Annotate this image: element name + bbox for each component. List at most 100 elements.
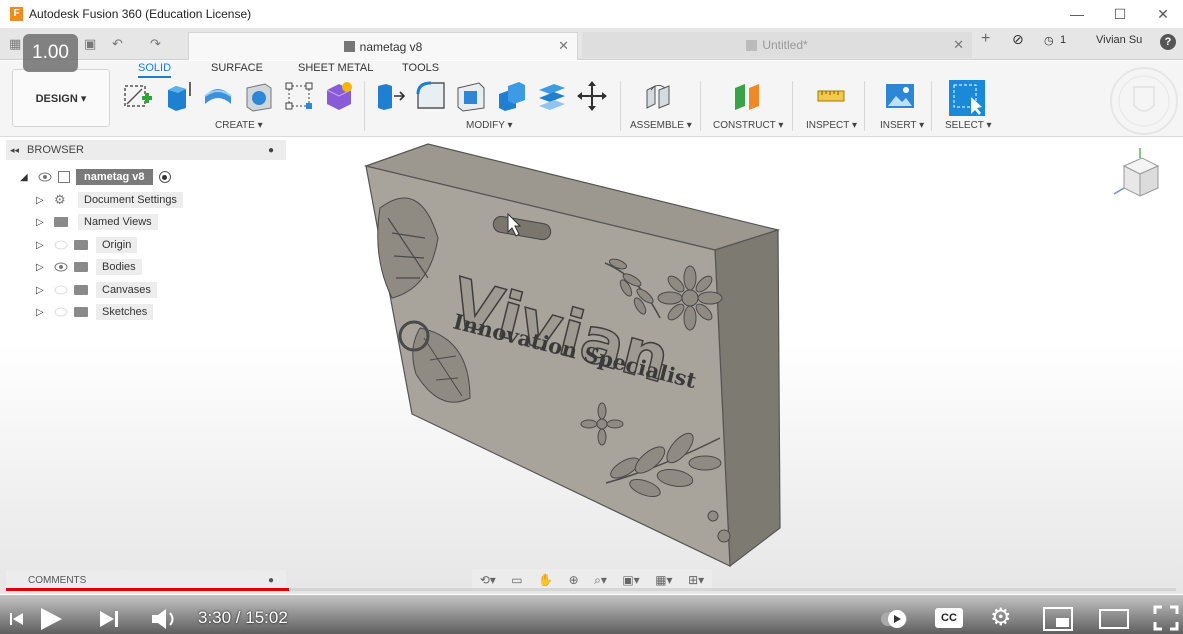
shell-icon[interactable] [455, 80, 487, 112]
display-settings-icon[interactable]: ▣▾ [622, 573, 639, 587]
tab-surface[interactable]: SURFACE [211, 62, 263, 74]
new-tab-button[interactable]: + [981, 30, 990, 48]
data-panel-grid-icon[interactable]: ▦ [9, 36, 21, 52]
pan-icon[interactable]: ✋ [538, 573, 553, 587]
zoom-icon[interactable]: ⊕ [569, 573, 579, 587]
miniplayer-icon[interactable] [1042, 606, 1074, 632]
modify-menu[interactable]: MODIFY ▾ [466, 120, 513, 131]
orbit-icon[interactable]: ⟲▾ [480, 573, 496, 587]
folder-icon [74, 240, 88, 250]
redo-icon[interactable]: ↷ [150, 36, 161, 52]
offset-face-icon[interactable] [536, 80, 568, 112]
expand-arrow-icon[interactable]: ▷ [36, 240, 46, 251]
gear-icon: ⚙ [54, 192, 66, 207]
revolve-icon[interactable] [202, 80, 234, 112]
viewports-icon[interactable]: ⊞▾ [688, 573, 704, 587]
inspect-menu[interactable]: INSPECT ▾ [806, 120, 857, 131]
next-icon[interactable] [98, 609, 120, 629]
expand-arrow-icon[interactable]: ▷ [36, 262, 46, 273]
browser-panel-header[interactable]: ◂◂ BROWSER ● [6, 140, 286, 160]
measure-icon[interactable] [815, 80, 847, 112]
create-sketch-icon[interactable] [122, 80, 154, 112]
help-icon[interactable]: ? [1160, 34, 1176, 50]
play-icon[interactable] [38, 606, 64, 632]
look-at-icon[interactable]: ▭ [511, 573, 522, 587]
assemble-menu[interactable]: ASSEMBLE ▾ [630, 120, 692, 131]
group-divider [364, 81, 365, 131]
browser-item-bodies[interactable]: ▷ Bodies [36, 258, 142, 276]
fusion-logo-icon: F [10, 7, 23, 21]
fillet-icon[interactable] [415, 80, 447, 112]
tab-nametag-v8[interactable]: nametag v8 ✕ [188, 32, 578, 60]
expand-arrow-icon[interactable]: ▷ [36, 217, 46, 228]
construct-menu[interactable]: CONSTRUCT ▾ [713, 120, 783, 131]
volume-icon[interactable] [150, 606, 180, 632]
create-menu[interactable]: CREATE ▾ [215, 120, 263, 131]
browser-item-label: Origin [96, 237, 138, 253]
browser-item-origin[interactable]: ▷ Origin [36, 236, 138, 254]
browser-item-named-views[interactable]: ▷ Named Views [36, 213, 158, 231]
close-tab-icon[interactable]: ✕ [558, 38, 569, 54]
select-menu[interactable]: SELECT ▾ [945, 120, 992, 131]
undo-icon[interactable]: ↶ [112, 36, 123, 52]
comments-title: COMMENTS [28, 574, 87, 586]
browser-item-document-settings[interactable]: ▷ ⚙ Document Settings [36, 191, 183, 209]
browser-root-node[interactable]: ◢ nametag v8 [20, 168, 171, 186]
pattern-icon[interactable] [283, 80, 315, 112]
select-icon[interactable] [949, 80, 985, 116]
grid-settings-icon[interactable]: ▦▾ [655, 573, 672, 587]
combine-icon[interactable] [496, 80, 528, 112]
browser-item-label: Named Views [78, 214, 158, 230]
panel-pin-icon[interactable]: ● [268, 145, 274, 156]
workspace-switcher[interactable]: DESIGN ▾ [12, 69, 110, 127]
job-status-icon[interactable]: ◷ [1044, 34, 1054, 47]
press-pull-icon[interactable] [374, 80, 406, 112]
insert-image-icon[interactable] [884, 80, 916, 112]
autoplay-toggle-icon[interactable] [880, 607, 908, 631]
minimize-button[interactable]: — [1055, 0, 1099, 28]
expand-arrow-icon[interactable]: ▷ [36, 195, 46, 206]
close-window-button[interactable]: ✕ [1141, 0, 1183, 28]
close-tab-icon[interactable]: ✕ [953, 37, 964, 53]
joint-icon[interactable] [643, 80, 675, 112]
extrude-icon[interactable] [162, 80, 194, 112]
tab-tools[interactable]: TOOLS [402, 62, 439, 74]
browser-item-sketches[interactable]: ▷ Sketches [36, 303, 154, 321]
insert-menu[interactable]: INSERT ▾ [880, 120, 924, 131]
hole-icon[interactable] [243, 80, 275, 112]
collapse-panel-icon[interactable]: ◂◂ [10, 145, 19, 156]
tab-untitled[interactable]: Untitled* ✕ [582, 32, 972, 58]
visibility-eye-icon[interactable] [38, 172, 52, 182]
hidden-eye-icon[interactable] [54, 285, 68, 295]
activate-radio-icon[interactable] [158, 171, 171, 183]
hidden-eye-icon[interactable] [54, 307, 68, 317]
expand-arrow-icon[interactable]: ▷ [36, 307, 46, 318]
tab-solid[interactable]: SOLID [138, 62, 172, 78]
hidden-eye-icon[interactable] [54, 240, 68, 250]
offset-plane-icon[interactable] [731, 80, 763, 112]
theater-mode-icon[interactable] [1098, 608, 1130, 630]
browser-item-canvases[interactable]: ▷ Canvases [36, 281, 157, 299]
settings-gear-icon[interactable]: ⚙ [990, 603, 1012, 632]
expand-arrow-icon[interactable]: ▷ [36, 285, 46, 296]
move-icon[interactable] [576, 80, 608, 112]
captions-button[interactable]: CC [935, 608, 963, 628]
comments-panel[interactable]: COMMENTS ● [6, 570, 286, 590]
user-name[interactable]: Vivian Su [1096, 34, 1142, 46]
previous-icon[interactable] [10, 611, 24, 627]
extensions-icon[interactable]: ⊘ [1012, 31, 1024, 48]
maximize-button[interactable]: ☐ [1098, 0, 1142, 28]
browser-item-label: Sketches [96, 304, 154, 320]
viewcube[interactable] [1110, 144, 1170, 204]
add-comment-icon[interactable]: ● [268, 575, 274, 586]
folder-icon [74, 285, 88, 295]
visibility-eye-icon[interactable] [54, 262, 68, 272]
video-progress-played [6, 588, 289, 591]
save-icon[interactable]: ▣ [84, 36, 96, 52]
fullscreen-icon[interactable] [1153, 605, 1179, 631]
tab-sheet-metal[interactable]: SHEET METAL [298, 62, 373, 74]
create-form-icon[interactable] [323, 80, 355, 112]
fit-icon[interactable]: ⌕▾ [594, 573, 607, 588]
browser-title: BROWSER [27, 144, 84, 156]
collapse-arrow-icon[interactable]: ◢ [20, 172, 30, 183]
